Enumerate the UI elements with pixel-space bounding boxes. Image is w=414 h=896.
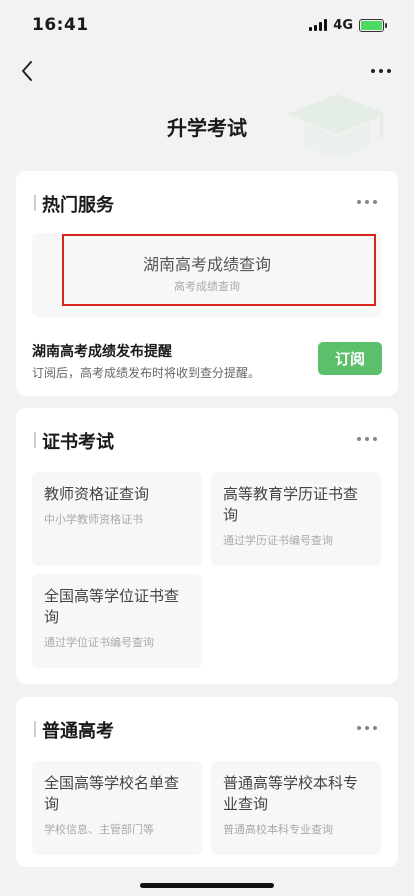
more-dots-icon [357, 437, 377, 441]
page-title: 升学考试 [167, 116, 247, 140]
service-subtitle: 高考成绩查询 [174, 280, 240, 293]
more-dots-icon [357, 200, 377, 204]
service-grid-item[interactable]: 全国高等学校名单查询 学校信息、主管部门等 [32, 761, 202, 855]
grid-item-subtitle: 学校信息、主管部门等 [44, 823, 154, 836]
card-more-button[interactable] [352, 721, 382, 735]
card-more-button[interactable] [352, 432, 382, 446]
grid-item-subtitle: 通过学位证书编号查询 [44, 636, 154, 649]
grid-item-subtitle: 中小学教师资格证书 [44, 513, 143, 526]
service-title: 湖南高考成绩查询 [142, 255, 271, 274]
more-dots-icon [371, 69, 391, 73]
home-indicator[interactable] [140, 883, 274, 888]
card-header: 热门服务 [16, 171, 398, 233]
title-accent-bar [34, 432, 36, 448]
service-grid-item[interactable]: 普通高等学校本科专业查询 普通高校本科专业查询 [211, 761, 381, 855]
status-indicators: 4G [309, 17, 387, 33]
network-type: 4G [333, 17, 353, 33]
hot-service-item[interactable]: 湖南高考成绩查询 高考成绩查询 [32, 233, 382, 317]
card-title: 证书考试 [42, 432, 114, 453]
title-accent-bar [34, 721, 36, 737]
battery-icon [359, 18, 387, 32]
grid-item-title: 普通高等学校本科专业查询 [223, 774, 359, 813]
grid-item-title: 全国高等学位证书查询 [44, 587, 180, 626]
card-title: 热门服务 [42, 195, 114, 216]
grid-item-title: 全国高等学校名单查询 [44, 774, 180, 813]
card-more-button[interactable] [352, 195, 382, 209]
card-header: 证书考试 [16, 408, 398, 470]
signal-icon [309, 19, 328, 31]
back-arrow-icon [22, 61, 32, 81]
title-accent-bar [34, 195, 36, 211]
grid-item-subtitle: 普通高校本科专业查询 [223, 823, 333, 836]
reminder-title: 湖南高考成绩发布提醒 [32, 344, 172, 360]
subscribe-button[interactable]: 订阅 [318, 342, 382, 375]
grid-item-title: 高等教育学历证书查询 [223, 485, 359, 524]
hot-services-card: 热门服务 湖南高考成绩查询 高考成绩查询 湖南高考成绩发布提醒 订阅后，高考成绩… [16, 171, 398, 396]
battery-level [361, 20, 382, 30]
service-grid-item[interactable]: 高等教育学历证书查询 通过学历证书编号查询 [211, 472, 381, 566]
card-title: 普通高考 [42, 721, 114, 742]
certificate-exams-card: 证书考试 教师资格证查询 中小学教师资格证书 高等教育学历证书查询 通过学历证书… [16, 408, 398, 684]
service-grid-item[interactable]: 教师资格证查询 中小学教师资格证书 [32, 472, 202, 566]
grid-item-title: 教师资格证查询 [44, 485, 150, 503]
more-options-button[interactable] [366, 58, 396, 84]
status-time: 16:41 [32, 15, 89, 35]
card-header: 普通高考 [16, 697, 398, 759]
college-entrance-card: 普通高考 全国高等学校名单查询 学校信息、主管部门等 普通高等学校本科专业查询 … [16, 697, 398, 867]
status-bar: 16:41 4G [0, 0, 414, 50]
more-dots-icon [357, 726, 377, 730]
nav-bar [0, 50, 414, 92]
reminder-description: 订阅后，高考成绩发布时将收到查分提醒。 [32, 366, 261, 380]
grid-item-subtitle: 通过学历证书编号查询 [223, 534, 333, 547]
back-button[interactable] [12, 56, 42, 86]
service-grid-item[interactable]: 全国高等学位证书查询 通过学位证书编号查询 [32, 574, 202, 668]
